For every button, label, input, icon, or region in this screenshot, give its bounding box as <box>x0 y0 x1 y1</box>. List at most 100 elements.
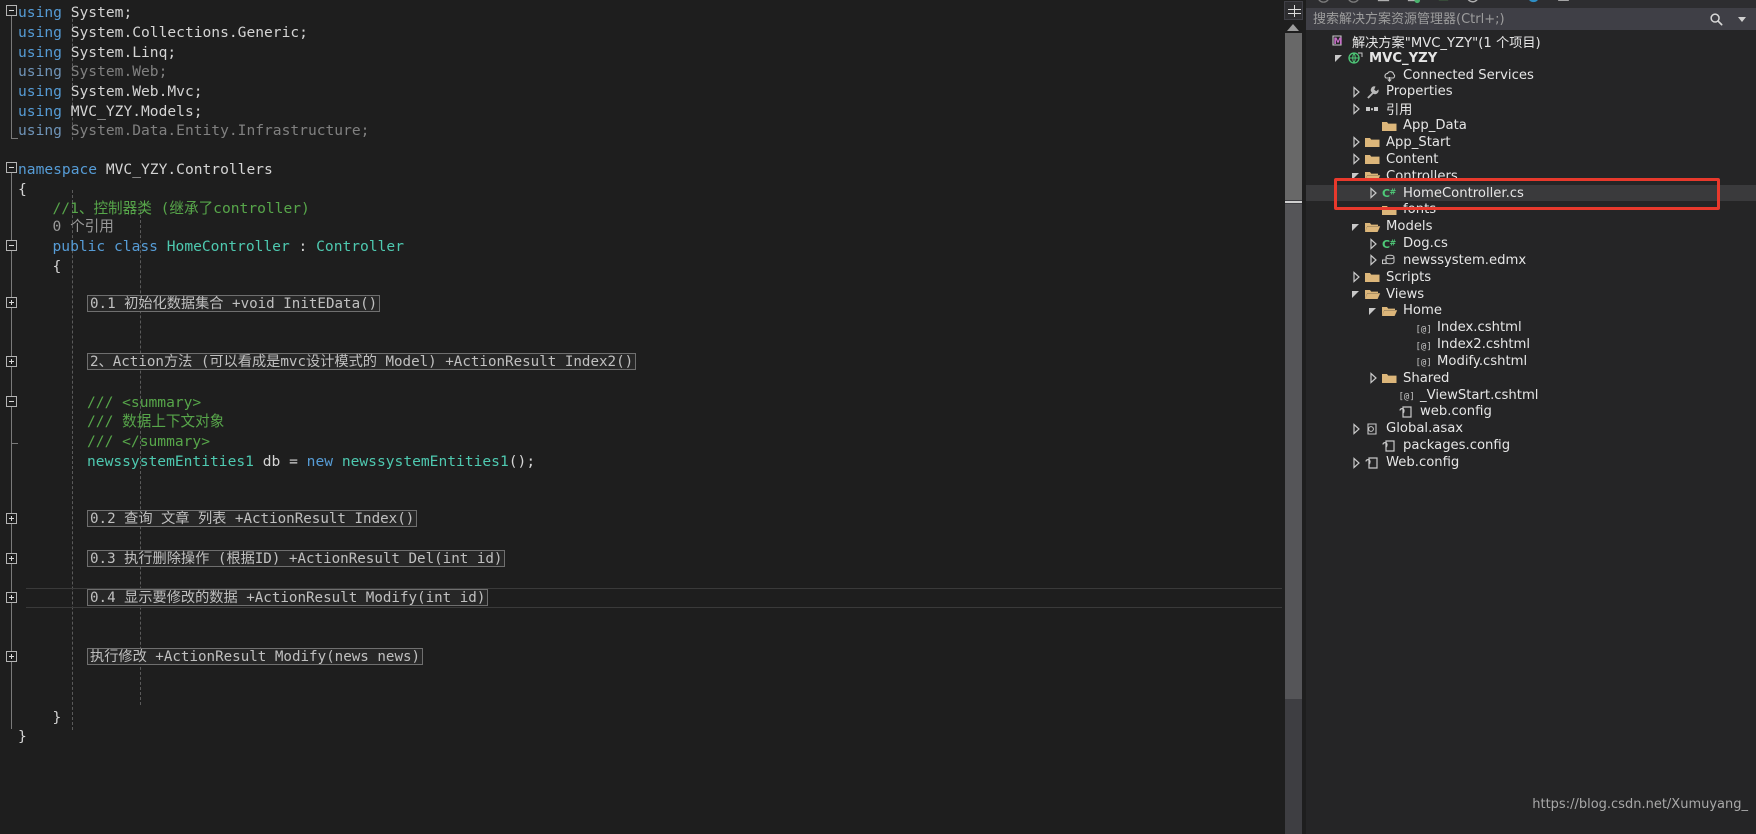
csharp-icon: C # <box>1381 185 1398 201</box>
collapse-chevron-down-icon[interactable] <box>1348 168 1364 184</box>
expand-chevron-right-icon[interactable] <box>1365 236 1381 252</box>
collapsed-region[interactable]: 0.4 显示要修改的数据 +ActionResult Modify(int id… <box>87 589 489 606</box>
tree-item-app-start[interactable]: App_Start <box>1306 134 1756 151</box>
collapsed-region[interactable]: 0.2 查询 文章 列表 +ActionResult Index() <box>87 510 418 527</box>
expand-chevron-right-icon[interactable] <box>1365 185 1381 201</box>
collapse-all-icon[interactable] <box>1496 0 1511 4</box>
outline-expand-button[interactable] <box>6 651 17 662</box>
tree-item-views[interactable]: Views <box>1306 286 1756 303</box>
outline-expand-button[interactable] <box>6 553 17 564</box>
code-line[interactable]: public class HomeController : Controller <box>0 237 1306 257</box>
expand-chevron-right-icon[interactable] <box>1365 370 1381 386</box>
code-surface[interactable]: using System; using System.Collections.Ge… <box>0 0 1306 834</box>
properties-icon[interactable] <box>1526 0 1541 4</box>
collapsed-region[interactable]: 0.3 执行删除操作 (根据ID) +ActionResult Del(int … <box>87 550 506 567</box>
preview-selected-items-icon[interactable] <box>1556 0 1571 4</box>
code-line[interactable]: /// </summary> <box>0 432 1306 452</box>
tree-item-index-cshtml[interactable]: [@] Index.cshtml <box>1306 319 1756 336</box>
tree-item-connected-services[interactable]: Connected Services <box>1306 67 1756 84</box>
collapse-chevron-down-icon[interactable] <box>1365 303 1381 319</box>
tree-item-content[interactable]: Content <box>1306 151 1756 168</box>
code-line[interactable]: //1、控制器类 (继承了controller) <box>0 199 1306 219</box>
expand-chevron-right-icon[interactable] <box>1348 151 1364 167</box>
tree-item-dog-cs[interactable]: C # Dog.cs <box>1306 235 1756 252</box>
splitter-scroll-thumb-upper[interactable] <box>1285 33 1302 200</box>
tree-item-fonts[interactable]: fonts <box>1306 201 1756 218</box>
tree-item-web-config[interactable]: web.config <box>1306 404 1756 421</box>
show-all-files-icon[interactable] <box>1436 0 1451 4</box>
code-line[interactable]: namespace MVC_YZY.Controllers <box>0 160 1306 180</box>
tree-item-models[interactable]: Models <box>1306 218 1756 235</box>
search-icon[interactable] <box>1703 10 1729 30</box>
collapse-chevron-down-icon[interactable] <box>1348 286 1364 302</box>
tree-item-web-config[interactable]: Web.config <box>1306 454 1756 471</box>
tree-item-global-asax[interactable]: Global.asax <box>1306 420 1756 437</box>
tree-item-newssystem-edmx[interactable]: newssystem.edmx <box>1306 252 1756 269</box>
expand-chevron-right-icon[interactable] <box>1348 269 1364 285</box>
scroll-up-arrow-icon[interactable] <box>1287 24 1299 31</box>
tree-item-app-data[interactable]: App_Data <box>1306 117 1756 134</box>
tree-item-home[interactable]: Home <box>1306 303 1756 320</box>
code-line[interactable]: { <box>0 257 1306 277</box>
tree-item-modify-cshtml[interactable]: [@] Modify.cshtml <box>1306 353 1756 370</box>
forward-arrow-icon[interactable] <box>1346 0 1361 4</box>
split-view-grip-icon[interactable] <box>1284 1 1303 20</box>
solution-explorer-pane[interactable]: M 解决方案"MVC_YZY"(1 个项目)MVC_YZYConnected Se… <box>1282 0 1756 834</box>
tree-item-controllers[interactable]: Controllers <box>1306 168 1756 185</box>
code-line[interactable]: /// <summary> <box>0 393 1306 413</box>
svg-text:[@]: [@] <box>1416 325 1432 335</box>
code-line[interactable]: 0 个引用 <box>0 217 1306 237</box>
collapse-chevron-down-icon[interactable] <box>1348 219 1364 235</box>
expand-chevron-right-icon[interactable] <box>1348 84 1364 100</box>
solution-explorer-toolbar[interactable] <box>1306 0 1756 9</box>
collapsed-region[interactable]: 执行修改 +ActionResult Modify(news news) <box>87 648 424 665</box>
tree-item-mvc-yzy[interactable]: MVC_YZY <box>1306 50 1756 67</box>
search-input[interactable] <box>1307 11 1703 28</box>
code-editor-pane[interactable]: using System; using System.Collections.Ge… <box>0 0 1306 834</box>
code-line[interactable]: using System; <box>0 3 1306 23</box>
tree-item-[interactable]: 引用 <box>1306 100 1756 118</box>
expand-chevron-right-icon[interactable] <box>1348 455 1364 471</box>
code-line[interactable]: using MVC_YZY.Models; <box>0 102 1306 122</box>
tree-item-packages-config[interactable]: packages.config <box>1306 437 1756 454</box>
tree-item-properties[interactable]: Properties <box>1306 84 1756 101</box>
collapsed-region[interactable]: 0.1 初始化数据集合 +void InitEData() <box>87 295 381 312</box>
tree-item-viewstart-cshtml[interactable]: [@] _ViewStart.cshtml <box>1306 387 1756 404</box>
code-line[interactable]: using System.Web.Mvc; <box>0 82 1306 102</box>
code-line[interactable]: /// 数据上下文对象 <box>0 412 1306 432</box>
code-line[interactable]: using System.Data.Entity.Infrastructure; <box>0 121 1306 141</box>
collapse-chevron-down-icon[interactable] <box>1331 50 1347 66</box>
code-line[interactable]: using System.Web; <box>0 62 1306 82</box>
tree-item-mvc-yzy-1[interactable]: M 解决方案"MVC_YZY"(1 个项目) <box>1306 33 1756 51</box>
refresh-icon[interactable] <box>1466 0 1481 4</box>
expand-chevron-right-icon[interactable] <box>1348 101 1364 117</box>
solution-search-bar[interactable] <box>1306 9 1756 30</box>
expand-chevron-right-icon[interactable] <box>1348 421 1364 437</box>
tree-item-shared[interactable]: Shared <box>1306 370 1756 387</box>
back-arrow-icon[interactable] <box>1316 0 1331 4</box>
tree-item-scripts[interactable]: Scripts <box>1306 269 1756 286</box>
expand-chevron-right-icon[interactable] <box>1365 252 1381 268</box>
outline-expand-button[interactable] <box>6 297 17 308</box>
code-line[interactable]: } <box>0 708 1306 728</box>
expand-chevron-right-icon[interactable] <box>1348 134 1364 150</box>
pane-splitter[interactable] <box>1282 0 1306 834</box>
solution-tree[interactable]: M 解决方案"MVC_YZY"(1 个项目) MVC_YZY Connected Se… <box>1306 33 1756 793</box>
code-line[interactable]: { <box>0 180 1306 200</box>
splitter-scroll-thumb-lower[interactable] <box>1285 204 1302 699</box>
code-token: /// <box>87 433 114 450</box>
outline-expand-button[interactable] <box>6 592 17 603</box>
tree-item-homecontroller-cs[interactable]: C # HomeController.cs <box>1306 184 1756 202</box>
outline-expand-button[interactable] <box>6 513 17 524</box>
home-icon[interactable] <box>1376 0 1391 4</box>
collapsed-region[interactable]: 2、Action方法 (可以看成是mvc设计模式的 Model) +Action… <box>87 353 637 370</box>
tree-item-index2-cshtml[interactable]: [@] Index2.cshtml <box>1306 336 1756 353</box>
outline-expand-button[interactable] <box>6 356 17 367</box>
pending-changes-icon[interactable] <box>1406 0 1421 4</box>
cshtml-icon: [@] <box>1415 353 1432 369</box>
code-line[interactable]: using System.Linq; <box>0 43 1306 63</box>
search-options-chevron-down-icon[interactable] <box>1729 10 1755 30</box>
code-line[interactable]: } <box>0 727 1306 747</box>
code-line[interactable]: using System.Collections.Generic; <box>0 23 1306 43</box>
code-line[interactable]: newssystemEntities1 db = new newssystemE… <box>0 452 1306 472</box>
